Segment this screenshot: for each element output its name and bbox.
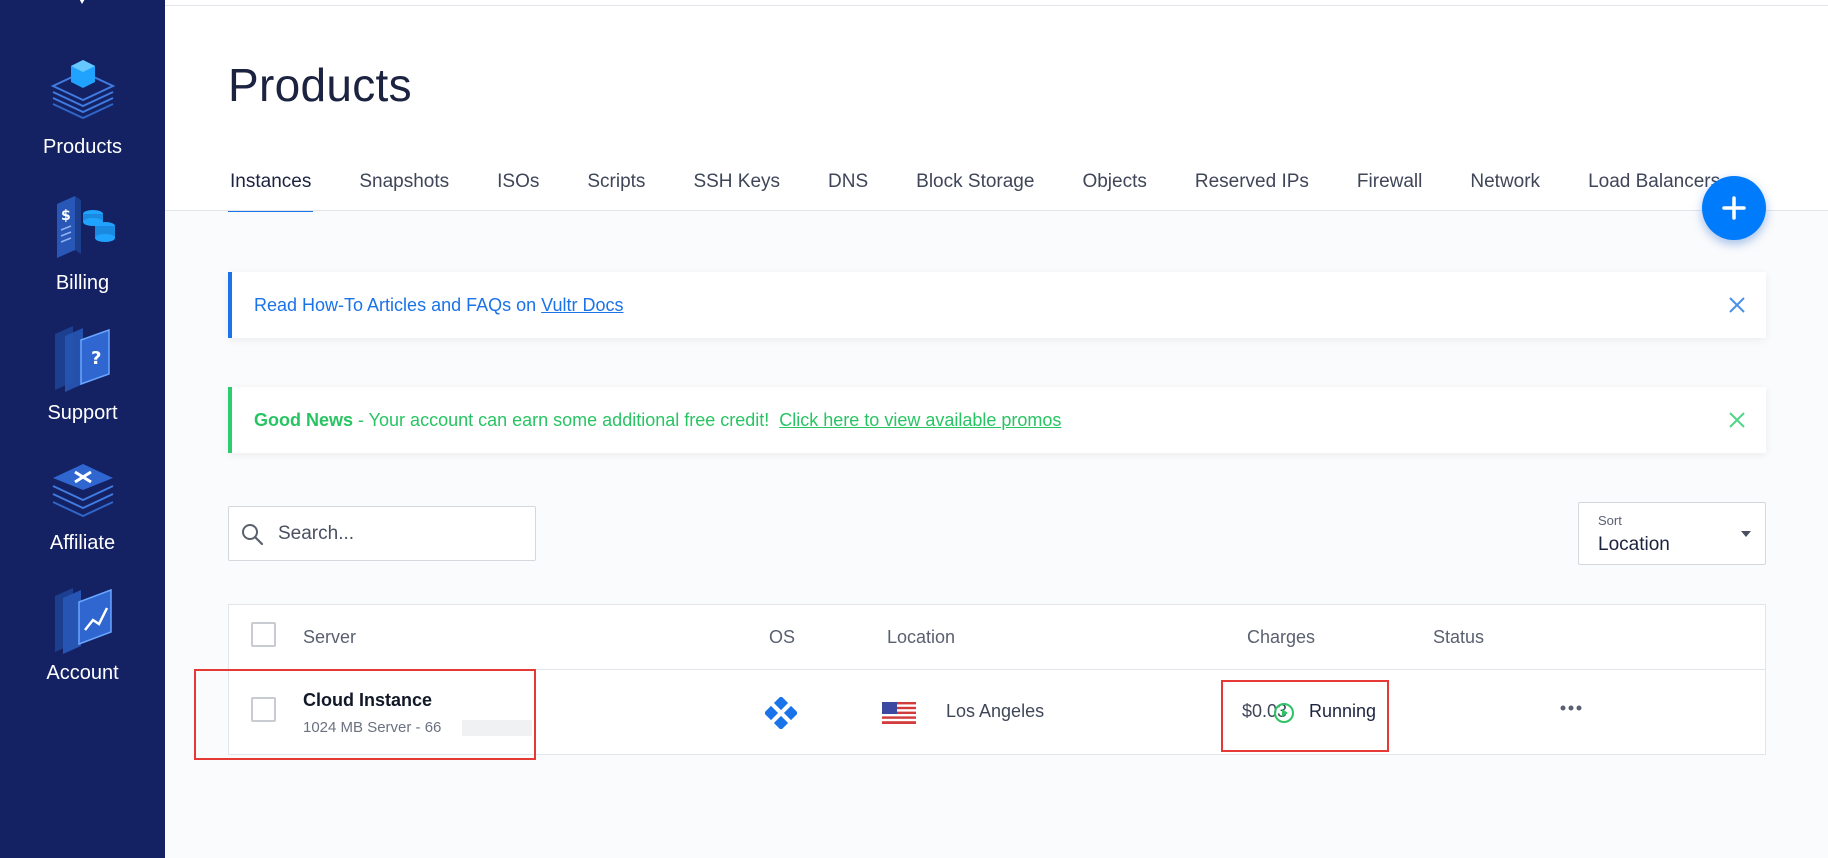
sidebar: Products $ Billing ? Support Affiliate A… [0, 0, 165, 858]
close-icon[interactable] [1726, 294, 1748, 316]
server-name-link[interactable]: Cloud Instance [303, 690, 432, 711]
sidebar-item-affiliate[interactable]: Affiliate [0, 450, 165, 555]
support-icon: ? [54, 326, 110, 392]
billing-icon: $ [56, 196, 115, 258]
instances-table: Server OS Location Charges Status Cloud … [228, 604, 1766, 755]
chevron-down-icon [1741, 531, 1751, 537]
search-input[interactable] [278, 522, 518, 545]
sidebar-item-label: Billing [55, 272, 110, 294]
sidebar-item-account[interactable]: Account [0, 580, 165, 685]
tab-instances[interactable]: Instances [228, 168, 314, 212]
sidebar-item-products[interactable]: Products [0, 54, 165, 159]
tab-reserved-ips[interactable]: Reserved IPs [1193, 168, 1311, 212]
search-icon [242, 523, 264, 545]
sidebar-item-label: Account [46, 662, 119, 684]
tab-isos[interactable]: ISOs [495, 168, 541, 212]
product-tabs: Instances Snapshots ISOs Scripts SSH Key… [228, 168, 1766, 212]
sidebar-item-label: Support [47, 402, 118, 424]
account-icon [54, 588, 112, 654]
tab-firewall[interactable]: Firewall [1355, 168, 1424, 212]
docs-alert-text: Read How-To Articles and FAQs on [254, 294, 542, 315]
sort-select[interactable]: Sort Location [1578, 502, 1766, 565]
server-description: 1024 MB Server - 66 [303, 719, 442, 736]
promo-alert-heading: Good News [254, 409, 354, 430]
plus-icon [1722, 196, 1746, 220]
tab-objects[interactable]: Objects [1080, 168, 1148, 212]
sidebar-item-label: Affiliate [49, 532, 116, 554]
tab-ssh-keys[interactable]: SSH Keys [691, 168, 782, 212]
play-circle-icon [1274, 703, 1294, 723]
column-header-server[interactable]: Server [303, 627, 356, 648]
table-header: Server OS Location Charges Status [229, 605, 1765, 670]
sidebar-item-support[interactable]: ? Support [0, 320, 165, 425]
redacted-ip [462, 720, 532, 736]
column-header-charges[interactable]: Charges [1247, 627, 1315, 648]
tab-scripts[interactable]: Scripts [585, 168, 647, 212]
add-product-button[interactable] [1702, 176, 1766, 240]
sidebar-item-label: Products [43, 136, 122, 158]
vultr-docs-link[interactable]: Vultr Docs [541, 295, 623, 316]
promo-alert: Good News - Your account can earn some a… [228, 387, 1766, 453]
tab-block-storage[interactable]: Block Storage [914, 168, 1036, 212]
tab-network[interactable]: Network [1468, 168, 1542, 212]
column-header-status[interactable]: Status [1433, 627, 1484, 648]
select-all-checkbox[interactable] [251, 622, 276, 647]
svg-text:?: ? [91, 348, 101, 369]
vultr-logo-icon[interactable] [58, 0, 106, 26]
view-promos-link[interactable]: Click here to view available promos [779, 410, 1061, 431]
svg-text:$: $ [61, 208, 71, 224]
sidebar-item-billing[interactable]: $ Billing [0, 190, 165, 295]
us-flag-icon [882, 702, 916, 724]
status-badge: Running [1309, 701, 1377, 721]
products-icon [50, 60, 115, 120]
tab-dns[interactable]: DNS [826, 168, 870, 212]
search-box [228, 506, 536, 561]
column-header-os[interactable]: OS [769, 627, 795, 648]
close-icon[interactable] [1726, 409, 1748, 431]
promo-alert-text: - Your account can earn some additional … [353, 409, 780, 430]
tabs-divider [165, 210, 1828, 211]
row-checkbox[interactable] [251, 697, 276, 722]
sort-label: Sort [1598, 513, 1622, 528]
affiliate-icon [52, 464, 113, 518]
more-options-icon[interactable] [1559, 703, 1583, 713]
tab-snapshots[interactable]: Snapshots [357, 168, 451, 212]
column-header-location[interactable]: Location [887, 627, 955, 648]
docs-alert: Read How-To Articles and FAQs on Vultr D… [228, 272, 1766, 338]
location-text: Los Angeles [946, 701, 1045, 721]
sort-value: Location [1598, 534, 1670, 555]
os-diamond-icon [765, 697, 797, 729]
table-row[interactable]: Cloud Instance 1024 MB Server - 66 Los A… [229, 670, 1765, 755]
page-title: Products [228, 59, 412, 111]
main-content: Products Instances Snapshots ISOs Script… [165, 0, 1828, 858]
top-divider [165, 5, 1828, 6]
